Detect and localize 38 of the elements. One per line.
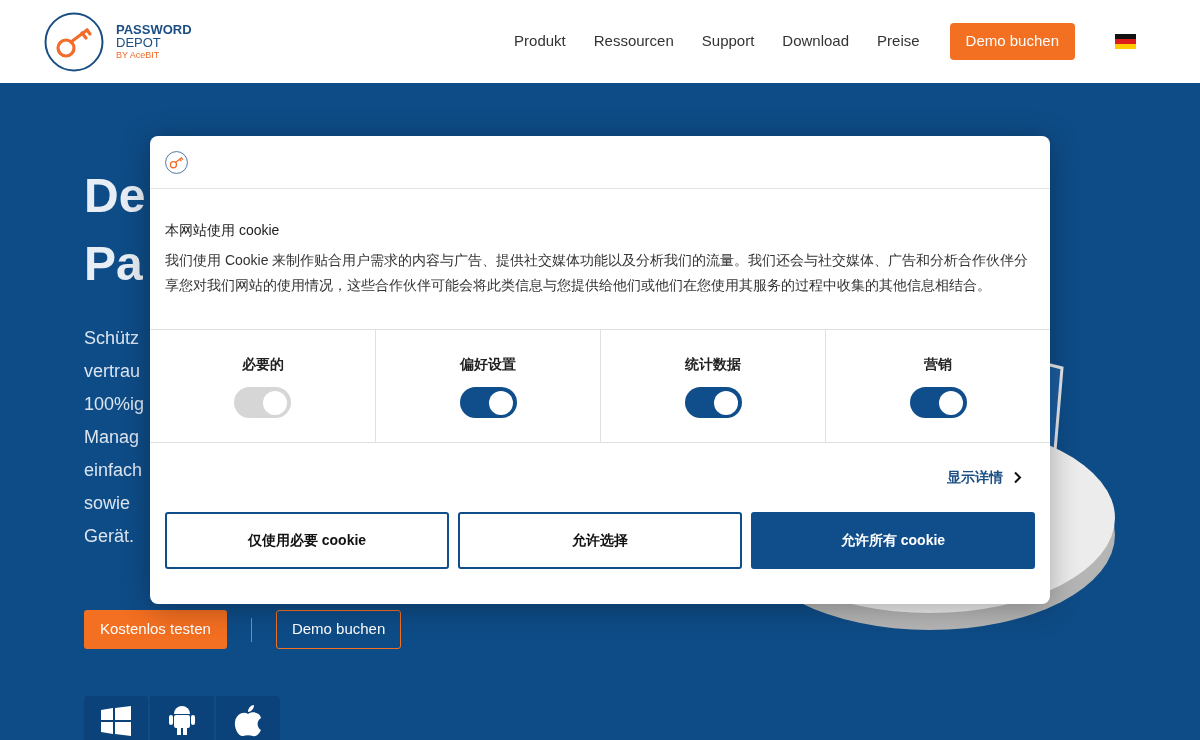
android-icon[interactable]	[150, 696, 214, 740]
hero-heading: Pa	[84, 236, 143, 292]
nav-link[interactable]: Support	[701, 30, 755, 53]
nav-link[interactable]: Ressourcen	[593, 30, 674, 53]
category-label: 偏好设置	[460, 355, 516, 374]
german-flag-icon[interactable]	[1115, 34, 1136, 49]
hero-text: Manag	[84, 426, 140, 449]
nav-link[interactable]: Produkt	[514, 30, 566, 53]
toggle-switch[interactable]	[909, 387, 967, 418]
logo-tagline: BY AceBIT	[116, 51, 161, 60]
nav-link[interactable]: Download	[782, 30, 850, 53]
toggle-switch[interactable]	[684, 387, 742, 418]
cookie-button[interactable]: 仅使用必要 cookie	[165, 512, 449, 569]
hero-text: einfach	[84, 459, 143, 482]
logo-text: DEPOT	[116, 36, 162, 49]
toggle-switch[interactable]	[459, 387, 517, 418]
demo-button[interactable]: Demo buchen	[275, 610, 402, 649]
windows-icon[interactable]	[84, 696, 148, 740]
cookie-button[interactable]: 允许所有 cookie	[751, 512, 1035, 569]
logo-text: PASSWORD	[116, 23, 192, 36]
hero-text: sowie	[84, 492, 131, 515]
dialog-text: 我们使用 Cookie 来制作贴合用户需求的内容与广告、提供社交媒体功能以及分析我们的流量。我们还会与社交媒体、广告和分析合作伙伴分享您对我们网站的使用情况，这些合作伙伴可能会将此类信息与您提供给他们或他们在您使用其服务的过程中收集的其他信息相结合。	[165, 251, 1030, 295]
chevron-right-icon[interactable]	[1013, 471, 1022, 484]
logo-icon	[44, 11, 104, 72]
hero-text: Schütz	[84, 327, 140, 350]
dialog-title: 本网站使用 cookie	[165, 221, 281, 240]
hero-text: 100%ig	[84, 393, 145, 416]
logo-icon	[165, 150, 188, 174]
apple-icon[interactable]	[216, 696, 280, 740]
hero-text: vertrau	[84, 360, 141, 383]
category-label: 统计数据	[685, 355, 741, 374]
hero-text: Gerät.	[84, 525, 135, 548]
category-label: 必要的	[241, 355, 284, 374]
nav-link[interactable]: Preise	[877, 30, 920, 53]
cookie-button[interactable]: 允许选择	[458, 512, 742, 569]
hero-heading: De	[84, 168, 146, 224]
details-link[interactable]: 显示详情	[947, 467, 1003, 488]
category-label: 营销	[924, 355, 952, 374]
